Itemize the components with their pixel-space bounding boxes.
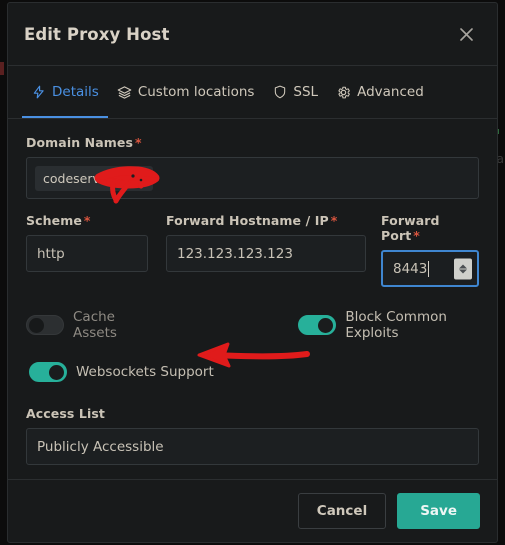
chevron-up-icon[interactable] xyxy=(459,264,467,268)
domain-names-label-text: Domain Names xyxy=(26,135,133,150)
lightning-bolt-icon xyxy=(31,85,46,100)
domain-names-field-group: Domain Names * codeserver. xyxy=(26,135,479,199)
save-button[interactable]: Save xyxy=(397,493,480,529)
scheme-select[interactable]: http xyxy=(26,235,148,272)
required-asterisk: * xyxy=(413,228,420,243)
forward-port-label: Forward Port * xyxy=(381,213,479,243)
shield-icon xyxy=(272,85,287,100)
toggles-row-secondary: Websockets Support xyxy=(26,362,479,382)
forward-port-value: 8443 xyxy=(393,260,428,277)
scheme-label: Scheme * xyxy=(26,213,148,228)
domain-names-label: Domain Names * xyxy=(26,135,479,150)
forward-port-wrapper: 8443 xyxy=(381,250,479,287)
backdrop-red-mark xyxy=(0,62,4,75)
chevron-down-icon[interactable] xyxy=(459,269,467,273)
cancel-button[interactable]: Cancel xyxy=(297,493,387,529)
gear-icon xyxy=(336,85,351,100)
block-common-exploits-label: Block Common Exploits xyxy=(345,309,447,341)
access-list-value: Publicly Accessible xyxy=(37,438,164,455)
required-asterisk: * xyxy=(330,213,338,228)
scheme-field-group: Scheme * http xyxy=(26,213,148,287)
toggle-cache-assets[interactable]: Cache Assets xyxy=(26,309,146,341)
forward-port-stepper[interactable] xyxy=(454,258,472,279)
domain-names-input[interactable]: codeserver. xyxy=(26,157,479,199)
layers-icon xyxy=(117,85,132,100)
tab-advanced[interactable]: Advanced xyxy=(327,66,433,118)
forward-hostname-label-text: Forward Hostname / IP xyxy=(166,213,329,228)
switch-knob xyxy=(49,365,64,380)
tab-details[interactable]: Details xyxy=(22,66,108,118)
access-list-field-group: Access List Publicly Accessible xyxy=(26,406,479,465)
modal-footer: Cancel Save xyxy=(8,479,497,542)
forward-settings-row: Scheme * http Forward Hostname / IP * 123.… xyxy=(26,213,479,287)
toggle-block-common-exploits[interactable]: Block Common Exploits xyxy=(298,309,479,341)
access-list-label: Access List xyxy=(26,406,105,421)
domain-name-chip[interactable]: codeserver. xyxy=(35,165,153,191)
modal-body: Domain Names * codeserver. Scheme * http F… xyxy=(8,119,497,479)
switch-knob xyxy=(318,318,334,333)
text-caret xyxy=(428,260,430,277)
forward-hostname-value: 123.123.123.123 xyxy=(177,245,293,262)
cache-assets-switch[interactable] xyxy=(26,315,64,335)
tab-details-label: Details xyxy=(52,84,99,100)
tab-custom-locations-label: Custom locations xyxy=(137,84,255,100)
modal-tabs: Details Custom locations SSL Advanced xyxy=(8,66,497,119)
tab-custom-locations[interactable]: Custom locations xyxy=(108,66,264,118)
required-asterisk: * xyxy=(83,213,91,228)
forward-port-label-text: Forward Port xyxy=(381,213,440,243)
modal-header: Edit Proxy Host xyxy=(8,3,497,66)
required-asterisk: * xyxy=(135,135,142,150)
switch-knob xyxy=(29,318,44,333)
cache-assets-label: Cache Assets xyxy=(73,309,117,341)
access-list-select[interactable]: Publicly Accessible xyxy=(26,428,479,465)
forward-port-field-group: Forward Port * 8443 xyxy=(381,213,479,287)
edit-proxy-host-modal: Edit Proxy Host Details Custom locations… xyxy=(7,2,498,543)
forward-hostname-field-group: Forward Hostname / IP * 123.123.123.123 xyxy=(166,213,366,287)
scheme-value: http xyxy=(37,245,65,262)
tab-advanced-label: Advanced xyxy=(357,84,424,100)
tab-ssl[interactable]: SSL xyxy=(263,66,327,118)
websockets-support-label: Websockets Support xyxy=(76,364,214,380)
close-icon[interactable] xyxy=(453,21,479,47)
forward-hostname-label: Forward Hostname / IP * xyxy=(166,213,366,228)
websockets-support-switch[interactable] xyxy=(29,362,67,382)
tab-ssl-label: SSL xyxy=(293,84,319,100)
forward-hostname-input[interactable]: 123.123.123.123 xyxy=(166,235,366,272)
toggle-websockets-support[interactable]: Websockets Support xyxy=(29,362,214,382)
scheme-label-text: Scheme xyxy=(26,213,82,228)
toggles-row-primary: Cache Assets Block Common Exploits xyxy=(26,309,479,341)
block-common-exploits-switch[interactable] xyxy=(298,315,337,335)
page-title: Edit Proxy Host xyxy=(24,24,170,44)
